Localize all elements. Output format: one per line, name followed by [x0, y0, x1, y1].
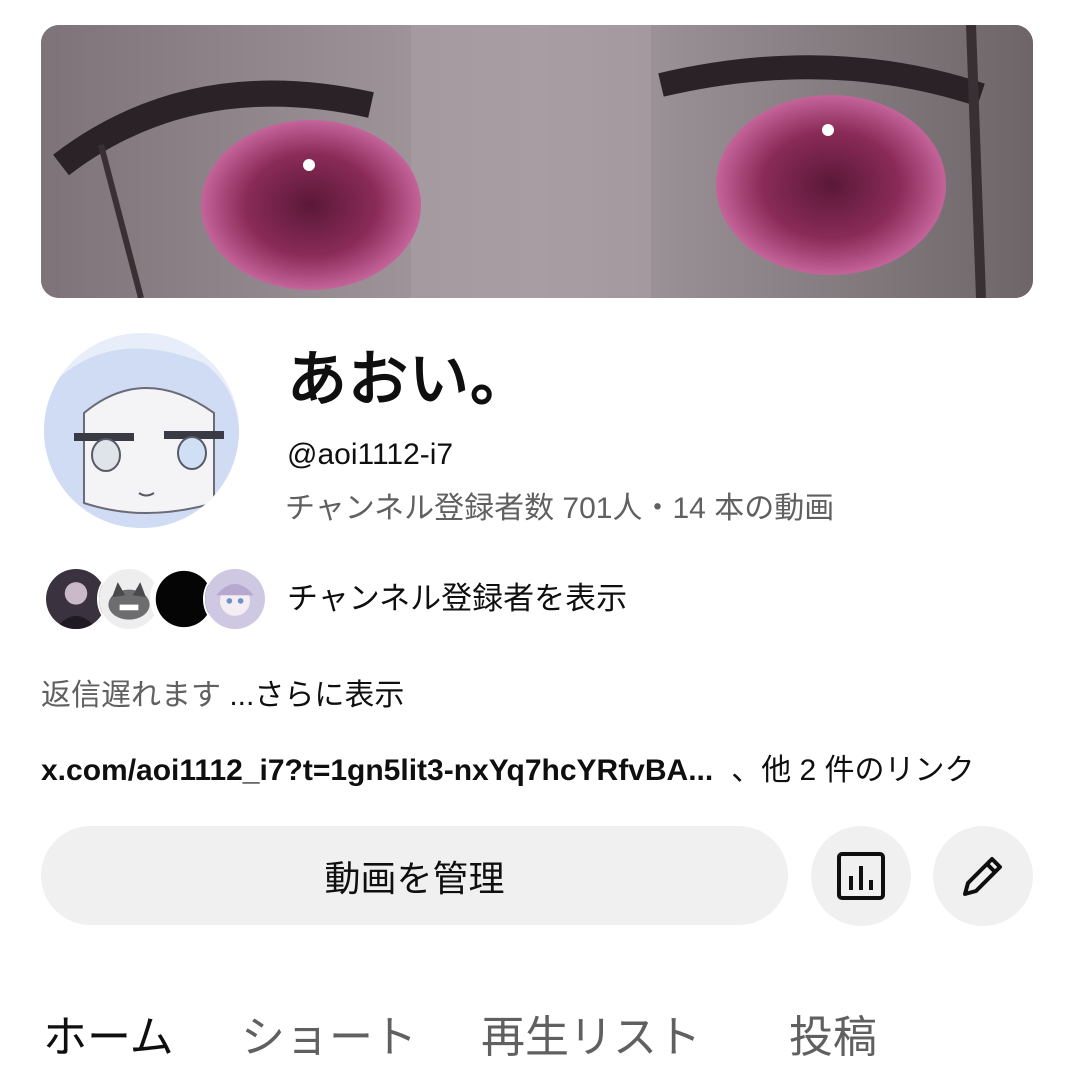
- subscriber-avatar: [203, 567, 267, 631]
- view-subscribers-label[interactable]: チャンネル登録者を表示: [287, 579, 627, 619]
- channel-banner: [41, 25, 1033, 298]
- other-links[interactable]: 、他 2 件のリンク: [731, 754, 974, 787]
- pencil-icon: [963, 857, 1002, 896]
- view-subscribers-row[interactable]: チャンネル登録者を表示: [44, 567, 744, 633]
- tab-posts[interactable]: 投稿: [789, 1006, 877, 1070]
- manage-videos-label: 動画を管理: [324, 857, 505, 899]
- banner-image: [41, 25, 1033, 298]
- description-text: 返信遅れます: [41, 679, 230, 712]
- tab-shorts[interactable]: ショート: [241, 1006, 417, 1070]
- channel-links[interactable]: x.com/aoi1112_i7?t=1gn5lit3-nxYq7hcYRfvB…: [41, 751, 975, 791]
- channel-name: あおい。: [287, 346, 531, 413]
- analytics-button[interactable]: [811, 826, 911, 926]
- manage-videos-button[interactable]: 動画を管理: [41, 826, 788, 925]
- channel-description[interactable]: 返信遅れます ...さらに表示: [41, 676, 404, 716]
- primary-link[interactable]: x.com/aoi1112_i7?t=1gn5lit3-nxYq7hcYRfvB…: [41, 754, 713, 787]
- avatar-image: [44, 333, 239, 528]
- channel-handle: @aoi1112-i7: [287, 438, 454, 471]
- show-more-link[interactable]: ...さらに表示: [229, 679, 404, 712]
- channel-avatar[interactable]: [44, 333, 239, 528]
- channel-tabs: ホーム ショート 再生リスト 投稿: [0, 1006, 1073, 1073]
- tab-playlists[interactable]: 再生リスト: [481, 1006, 701, 1070]
- edit-channel-button[interactable]: [933, 826, 1033, 926]
- tab-home[interactable]: ホーム: [43, 1006, 174, 1070]
- channel-stats: チャンネル登録者数 701人・14 本の動画: [285, 492, 835, 525]
- analytics-bar-chart-icon: [837, 852, 885, 900]
